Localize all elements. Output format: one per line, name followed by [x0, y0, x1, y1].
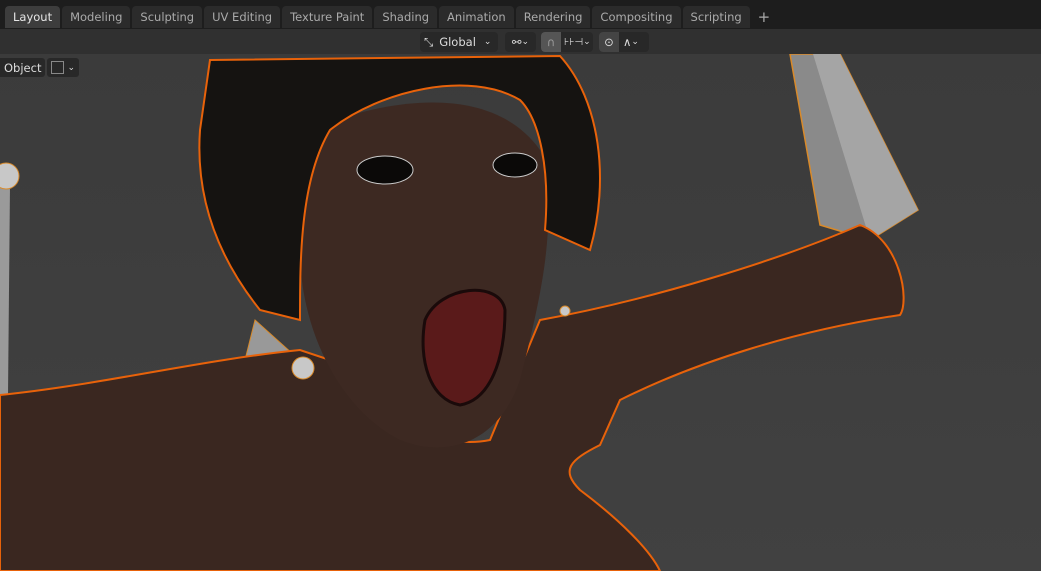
workspace-tabs: Layout Modeling Sculpting UV Editing Texture…: [0, 0, 1041, 29]
chevron-down-icon: ⌄: [521, 37, 530, 47]
tab-scripting[interactable]: Scripting: [682, 6, 750, 28]
proportional-edit-icon[interactable]: ⊙: [599, 32, 619, 52]
chevron-down-icon: ⌄: [631, 37, 639, 47]
add-workspace-button[interactable]: +: [752, 6, 777, 28]
bone-joint: [0, 162, 20, 190]
pivot-point-dropdown[interactable]: ⚯ ⌄: [505, 32, 536, 52]
chevron-down-icon: ⌄: [583, 37, 591, 47]
proportional-edit-group[interactable]: ⊙ ∧ ⌄: [599, 32, 649, 52]
object-mode-group: Object ⌄: [0, 58, 80, 77]
snap-group[interactable]: ∩ ⊦⊦⊣ ⌄: [541, 32, 593, 52]
3d-viewport[interactable]: [0, 54, 1041, 571]
character-eye: [356, 155, 414, 185]
snap-increment-icon[interactable]: ⊦⊦⊣: [564, 37, 583, 48]
object-mode-label: Object: [4, 60, 42, 75]
chevron-down-icon: ⌄: [483, 37, 492, 47]
snap-magnet-icon[interactable]: ∩: [541, 32, 561, 52]
transform-orientation-icon: ⤡: [424, 34, 434, 49]
bone-joint: [559, 305, 571, 317]
tab-modeling[interactable]: Modeling: [62, 6, 131, 28]
character-eye: [492, 152, 538, 178]
object-mode-dropdown[interactable]: Object: [0, 58, 46, 77]
tab-rendering[interactable]: Rendering: [515, 6, 591, 28]
bone-joint: [291, 356, 315, 380]
tab-animation[interactable]: Animation: [439, 6, 514, 28]
pivot-link-icon: ⚯: [511, 35, 522, 49]
tab-sculpting[interactable]: Sculpting: [132, 6, 203, 28]
chevron-down-icon: ⌄: [67, 62, 76, 73]
viewport-shading-dropdown[interactable]: ⌄: [47, 58, 80, 77]
tab-shading[interactable]: Shading: [374, 6, 438, 28]
transform-orientation-dropdown[interactable]: ⤡ Global ⌄: [420, 32, 498, 52]
tab-compositing[interactable]: Compositing: [592, 6, 681, 28]
viewport-header: ⤡ Global ⌄ ⚯ ⌄ ∩ ⊦⊦⊣ ⌄ ⊙ ∧ ⌄: [0, 29, 1041, 54]
bone: [0, 180, 10, 395]
falloff-curve-icon[interactable]: ∧: [623, 35, 631, 49]
curve-icon: [51, 61, 65, 74]
tab-layout[interactable]: Layout: [5, 6, 61, 28]
transform-orientation-value: Global: [439, 35, 476, 49]
tab-texture-paint[interactable]: Texture Paint: [282, 6, 373, 28]
tab-uv-editing[interactable]: UV Editing: [204, 6, 281, 28]
viewport-scene: [0, 54, 919, 571]
